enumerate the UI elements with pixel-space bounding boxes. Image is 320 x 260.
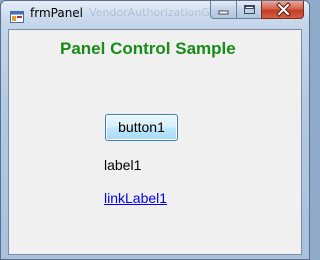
caption-buttons — [210, 1, 304, 19]
close-button[interactable] — [261, 1, 304, 19]
button1[interactable]: button1 — [105, 114, 178, 141]
minimize-button[interactable] — [210, 1, 236, 19]
form-client-area: Panel Control Sample button1 label1 link… — [8, 29, 302, 255]
close-icon — [276, 2, 291, 17]
maximize-icon — [244, 5, 255, 14]
background-window-title: VendorAuthorizationGrp — [89, 6, 222, 19]
panel-heading: Panel Control Sample — [60, 39, 236, 58]
label1: label1 — [104, 157, 142, 173]
link-label1[interactable]: linkLabel1 — [104, 190, 167, 206]
title-bar[interactable]: frmPanel VendorAuthorizationGrp — [1, 1, 309, 27]
app-window: frmPanel VendorAuthorizationGrp Panel Co… — [0, 0, 310, 260]
form-icon — [10, 8, 24, 23]
minimize-icon — [218, 10, 229, 15]
window-title: frmPanel — [30, 6, 84, 20]
maximize-button[interactable] — [236, 1, 261, 19]
